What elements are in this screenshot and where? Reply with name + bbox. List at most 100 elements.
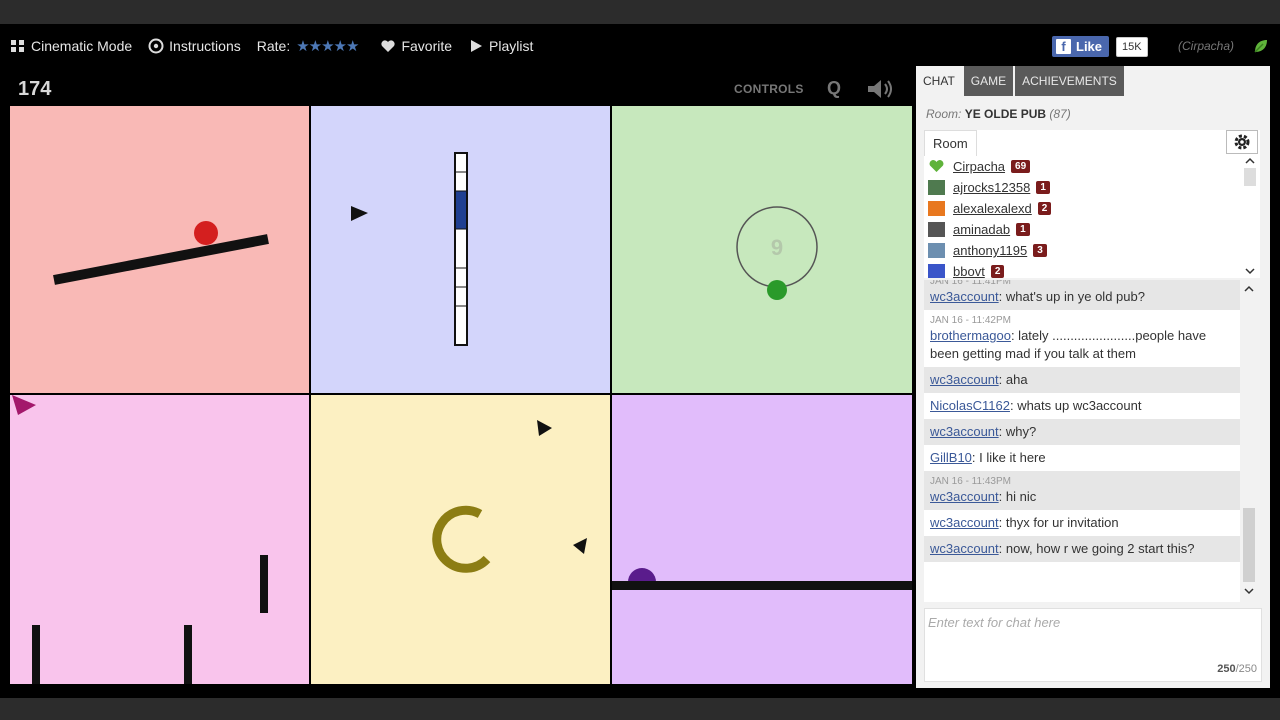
heart-icon — [381, 40, 396, 52]
chat-message: JAN 16 - 11:41PM wc3account: what's up i… — [924, 280, 1240, 310]
facebook-icon: f — [1056, 39, 1071, 54]
message-user[interactable]: NicolasC1162 — [930, 398, 1010, 413]
rate-label: Rate: — [256, 38, 291, 54]
user-level-badge: 69 — [1011, 160, 1031, 173]
avatar — [928, 222, 945, 237]
panel-yellow — [311, 395, 610, 684]
cinematic-mode-button[interactable]: Cinematic Mode — [10, 38, 132, 54]
room-count: (87) — [1049, 107, 1071, 121]
chat-input[interactable]: Enter text for chat here 250/250 — [924, 608, 1262, 682]
settings-button[interactable] — [1226, 130, 1258, 154]
user-name[interactable]: ajrocks12358 — [953, 180, 1030, 195]
panel-blue-art — [351, 152, 468, 346]
panel-blue — [311, 106, 610, 393]
panel-red-art — [53, 221, 269, 285]
avatar — [928, 264, 945, 278]
instructions-button[interactable]: Instructions — [148, 38, 241, 54]
chars-remaining: 250 — [1217, 663, 1236, 675]
user-row[interactable]: Cirpacha 69 — [924, 156, 1240, 177]
gear-icon — [1234, 134, 1250, 150]
message-user[interactable]: wc3account — [930, 515, 999, 530]
top-bar — [0, 0, 1280, 24]
user-list: Cirpacha 69 ajrocks12358 1 alexalexalexd… — [924, 156, 1240, 278]
panel-yellow-art — [432, 420, 587, 573]
message-user[interactable]: wc3account — [930, 372, 999, 387]
message-text: : whats up wc3account — [1009, 398, 1142, 413]
question-icon — [148, 38, 164, 54]
user-level-badge: 1 — [1016, 223, 1030, 236]
favorite-button[interactable]: Favorite — [380, 38, 452, 54]
user-row[interactable]: bbovt 2 — [924, 261, 1240, 278]
sidebar-tabs: CHAT GAME ACHIEVEMENTS — [916, 66, 1126, 96]
game-toolbar: Cinematic Mode Instructions Rate: ★★★★★ … — [0, 34, 910, 58]
message-user[interactable]: wc3account — [930, 424, 999, 439]
user-name[interactable]: Cirpacha — [953, 159, 1005, 174]
play-icon — [471, 40, 483, 52]
room-prefix: Room: — [926, 107, 962, 121]
circle-counter: 9 — [770, 235, 784, 260]
chat-message: wc3account: why? — [924, 419, 1240, 445]
user-row[interactable]: aminadab 1 — [924, 219, 1240, 240]
message-user[interactable]: wc3account — [930, 289, 999, 304]
grid-icon — [11, 40, 24, 52]
chars-max: /250 — [1235, 663, 1257, 675]
user-level-badge: 3 — [1033, 244, 1047, 257]
message-timestamp: JAN 16 - 11:41PM — [930, 280, 1011, 287]
avatar — [928, 180, 945, 195]
game-canvas[interactable]: 9 — [10, 106, 912, 684]
user-name[interactable]: bbovt — [953, 264, 985, 278]
user-list-scrollbar[interactable] — [1242, 156, 1258, 276]
rate-control: Rate: ★★★★★ — [256, 37, 360, 55]
user-name[interactable]: aminadab — [953, 222, 1010, 237]
user-name[interactable]: alexalexalexd — [953, 201, 1032, 216]
message-text: : I like it here — [971, 450, 1046, 465]
like-label: Like — [1076, 39, 1103, 54]
message-text: : now, how r we going 2 start this? — [998, 541, 1195, 556]
sidebar: CHAT GAME ACHIEVEMENTS Room: YE OLDE PUB… — [916, 66, 1270, 688]
panel-red — [10, 106, 309, 393]
room-tab[interactable]: Room — [924, 130, 977, 156]
message-user[interactable]: brothermagoo — [930, 328, 1011, 343]
user-row[interactable]: anthony1195 3 — [924, 240, 1240, 261]
chat-message: NicolasC1162: whats up wc3account — [924, 393, 1240, 419]
message-user[interactable]: GillB10 — [930, 450, 972, 465]
score-display: 174 — [18, 78, 52, 100]
chat-message: GillB10: I like it here — [924, 445, 1240, 471]
speaker-icon[interactable] — [866, 78, 896, 100]
controls-button[interactable]: CONTROLS — [734, 82, 804, 96]
user-name[interactable]: anthony1195 — [953, 243, 1027, 258]
panel-green-art — [736, 206, 818, 300]
avatar — [928, 243, 945, 258]
message-text: : hi nic — [998, 489, 1037, 504]
user-level-badge: 2 — [990, 265, 1005, 278]
instructions-label: Instructions — [169, 38, 241, 54]
user-row[interactable]: ajrocks12358 1 — [924, 177, 1240, 198]
quality-button[interactable]: Q — [827, 78, 841, 99]
message-user[interactable]: wc3account — [930, 541, 999, 556]
user-row[interactable]: alexalexalexd 2 — [924, 198, 1240, 219]
chat-message: wc3account: thyx for ur invitation — [924, 510, 1240, 536]
panel-pink — [10, 395, 309, 684]
chat-message: JAN 16 - 11:43PM wc3account: hi nic — [924, 471, 1240, 510]
leaf-icon — [1254, 40, 1267, 53]
message-user[interactable]: wc3account — [930, 489, 999, 504]
bottom-bar — [0, 698, 1280, 720]
panel-pink-art — [12, 395, 268, 684]
tab-game[interactable]: GAME — [963, 66, 1014, 96]
user-level-badge: 1 — [1036, 181, 1050, 194]
chat-message: JAN 16 - 11:42PM brothermagoo: lately ..… — [924, 310, 1240, 367]
message-text: : aha — [998, 372, 1028, 387]
message-text: : what's up in ye old pub? — [998, 289, 1145, 304]
rating-stars[interactable]: ★★★★★ — [296, 37, 359, 55]
room-info: Room: YE OLDE PUB (87) — [926, 107, 1071, 121]
character-counter: 250/250 — [1217, 663, 1257, 675]
message-text: : why? — [998, 424, 1037, 439]
chat-message: wc3account: aha — [924, 367, 1240, 393]
chat-message: wc3account: now, how r we going 2 start … — [924, 536, 1240, 562]
tab-achievements[interactable]: ACHIEVEMENTS — [1015, 66, 1124, 96]
chat-scrollbar[interactable] — [1240, 280, 1258, 602]
like-button[interactable]: f Like — [1052, 36, 1110, 57]
current-username[interactable]: (Cirpacha) — [1178, 39, 1234, 53]
tab-chat[interactable]: CHAT — [916, 66, 962, 96]
playlist-button[interactable]: Playlist — [468, 38, 533, 54]
